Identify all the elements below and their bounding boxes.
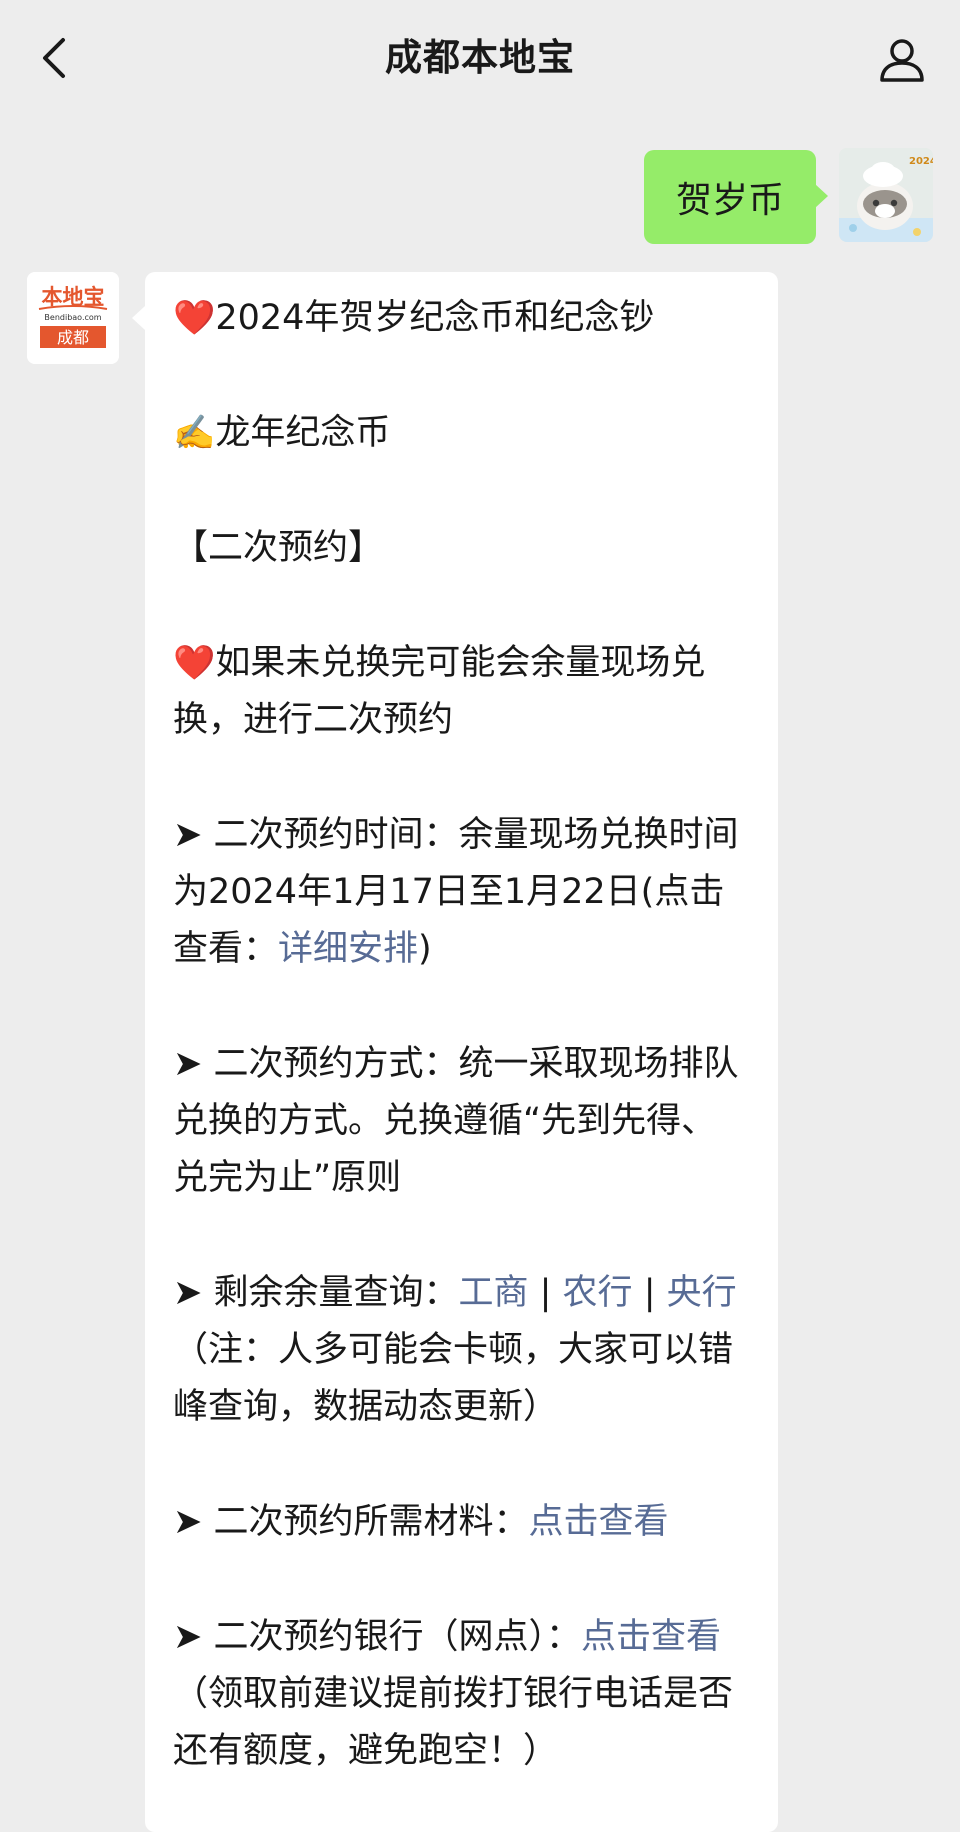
- query-text: 剩余余量查询：: [213, 1273, 459, 1313]
- message-dragon-coin-line: ✍️龙年纪念币: [173, 405, 750, 462]
- method-text: 二次预约方式：统一采取现场排队兑换的方式。兑换遵循“先到先得、兑完为止”原则: [173, 1044, 739, 1198]
- bank-link[interactable]: 点击查看: [581, 1617, 721, 1657]
- profile-button[interactable]: [872, 30, 932, 90]
- bendibao-avatar[interactable]: 本地宝 Bendibao.com 成都: [27, 272, 119, 364]
- heart-icon: ❤️: [173, 298, 216, 338]
- incoming-message-bubble[interactable]: ❤️2024年贺岁纪念币和纪念钞 ✍️龙年纪念币 【二次预约】 ❤️如果未兑换完…: [132, 272, 778, 1832]
- my-avatar[interactable]: 2024: [839, 148, 933, 242]
- message-method-item: ➤ 二次预约方式：统一采取现场排队兑换的方式。兑换遵循“先到先得、兑完为止”原则: [173, 1036, 750, 1207]
- separator: |: [528, 1273, 563, 1313]
- remaining-text: 如果未兑换完可能会余量现场兑换，进行二次预约: [173, 643, 706, 740]
- message-heading-line: ❤️2024年贺岁纪念币和纪念钞: [173, 290, 750, 347]
- heart-icon: ❤️: [173, 643, 216, 683]
- separator: |: [632, 1273, 667, 1313]
- message-bank-item: ➤ 二次预约银行（网点）：点击查看 （领取前建议提前拨打银行电话是否还有额度，避免…: [173, 1609, 750, 1780]
- arrow-icon: ➤: [173, 1044, 203, 1084]
- query-note: （注：人多可能会卡顿，大家可以错峰查询，数据动态更新）: [173, 1330, 734, 1427]
- bank-text: 二次预约银行（网点）：: [213, 1617, 581, 1657]
- heading-text: 2024年贺岁纪念币和纪念钞: [215, 298, 655, 338]
- cat-avatar-image: 2024: [839, 148, 933, 242]
- bendibao-logo: 本地宝 Bendibao.com 成都: [27, 272, 119, 364]
- dragon-coin-text: 龙年纪念币: [215, 413, 391, 453]
- arrow-icon: ➤: [173, 815, 203, 855]
- outgoing-message-bubble[interactable]: 贺岁币: [644, 150, 828, 244]
- schedule-link[interactable]: 详细安排: [278, 929, 418, 969]
- message-query-item: ➤ 剩余余量查询：工商 | 农行 | 央行 （注：人多可能会卡顿，大家可以错峰查询…: [173, 1265, 750, 1436]
- abc-link[interactable]: 农行: [563, 1273, 633, 1313]
- chat-title: 成都本地宝: [385, 36, 575, 79]
- message-section-title: 【二次预约】: [173, 528, 384, 568]
- arrow-icon: ➤: [173, 1502, 203, 1542]
- writing-hand-icon: ✍️: [173, 413, 216, 453]
- logo-url-text: Bendibao.com: [44, 313, 101, 322]
- top-bar: 成都本地宝: [0, 0, 960, 118]
- message-material-item: ➤ 二次预约所需材料：点击查看: [173, 1494, 750, 1551]
- time-close: ): [418, 929, 432, 969]
- message-time-item: ➤ 二次预约时间：余量现场兑换时间为2024年1月17日至1月22日(点击查看：…: [173, 807, 750, 978]
- bank-note: （领取前建议提前拨打银行电话是否还有额度，避免跑空！）: [173, 1674, 734, 1771]
- arrow-icon: ➤: [173, 1273, 203, 1313]
- message-remaining-line: ❤️如果未兑换完可能会余量现场兑换，进行二次预约: [173, 635, 750, 749]
- material-text: 二次预约所需材料：: [213, 1502, 529, 1542]
- outgoing-message-text: 贺岁币: [675, 180, 784, 221]
- logo-city-text: 成都: [57, 328, 89, 347]
- person-icon: [880, 39, 924, 82]
- time-text: 二次预约时间：余量现场兑换时间为2024年1月17日至1月22日(点击查看：: [173, 815, 739, 969]
- arrow-icon: ➤: [173, 1617, 203, 1657]
- avatar-badge: 2024: [909, 156, 933, 167]
- material-link[interactable]: 点击查看: [528, 1502, 668, 1542]
- central-bank-link[interactable]: 央行: [667, 1273, 737, 1313]
- icbc-link[interactable]: 工商: [458, 1273, 528, 1313]
